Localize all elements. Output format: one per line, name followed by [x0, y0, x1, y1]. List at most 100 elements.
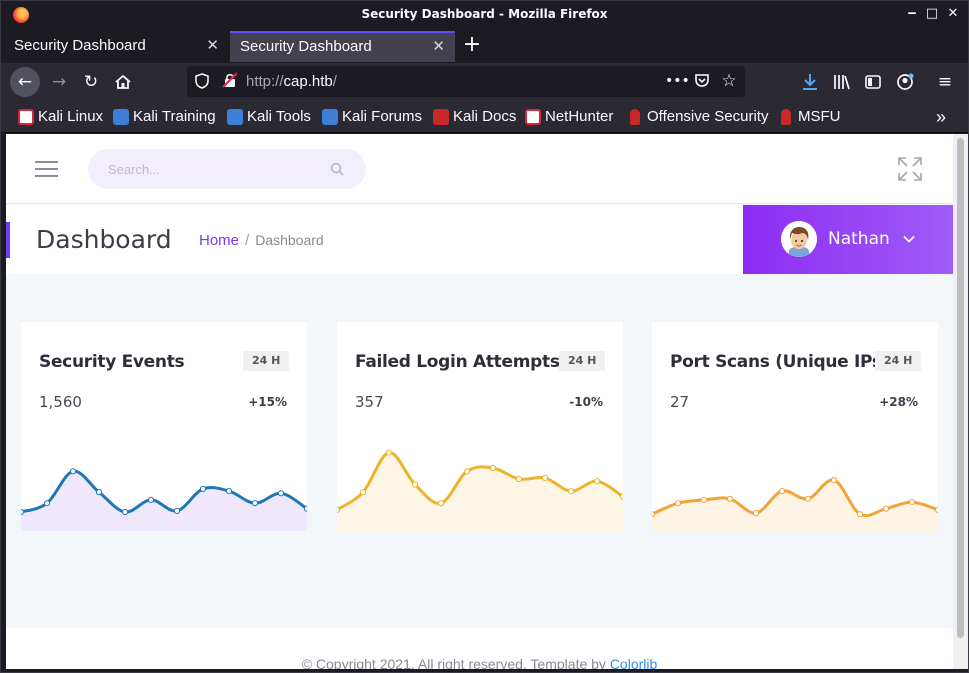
sparkline-point — [69, 468, 77, 475]
library-icon[interactable] — [827, 67, 857, 97]
fullscreen-icon[interactable] — [897, 156, 923, 182]
header-accent-bar — [6, 222, 10, 258]
insecure-lock-icon[interactable] — [221, 72, 239, 90]
sparkline-point — [463, 468, 471, 475]
sparkline-point — [411, 481, 419, 488]
msfu-icon — [781, 109, 791, 125]
sparkline-point — [437, 500, 445, 507]
page-title: Dashboard — [36, 225, 172, 254]
tab-security-dashboard-2[interactable]: Security Dashboard ✕ — [230, 31, 455, 62]
bookmark-msfu[interactable]: MSFU — [778, 108, 841, 126]
downloads-icon[interactable] — [795, 67, 825, 97]
more-bookmarks-icon[interactable]: » — [936, 108, 946, 126]
bookmark-kali-forums[interactable]: Kali Forums — [322, 108, 422, 126]
bookmark-kali-training[interactable]: Kali Training — [113, 108, 216, 126]
page-header: Dashboard Home / Dashboard Nathan — [6, 205, 953, 274]
breadcrumb-separator: / — [245, 232, 250, 249]
sparkline-point — [567, 488, 575, 495]
nethunter-icon — [525, 109, 541, 125]
url-text[interactable]: http://cap.htb/ — [246, 73, 337, 90]
sparkline-point — [593, 478, 601, 485]
new-tab-icon[interactable]: + — [461, 31, 483, 61]
back-icon[interactable]: ← — [10, 67, 40, 97]
sparkline-point — [700, 496, 708, 504]
bookmark-kali-tools[interactable]: Kali Tools — [227, 108, 311, 126]
home-icon[interactable] — [108, 67, 138, 97]
card-change: +15% — [248, 395, 287, 409]
sparkline-point — [804, 495, 812, 502]
tab-label: Security Dashboard — [240, 38, 372, 55]
card-title: Security Events — [39, 352, 185, 372]
page-footer: © Copyright 2021. All right reserved. Te… — [6, 628, 953, 669]
sparkline-point — [303, 505, 307, 512]
sidebar-icon[interactable] — [858, 67, 888, 97]
sparkline-point — [199, 485, 207, 493]
user-name: Nathan — [828, 229, 890, 249]
kali-tools-icon — [227, 109, 243, 125]
menu-icon[interactable]: ≡ — [930, 67, 960, 97]
sparkline-chart — [652, 477, 938, 531]
sparkline-point — [147, 496, 155, 504]
user-menu[interactable]: Nathan — [743, 205, 953, 274]
bookmark-nethunter[interactable]: NetHunter — [525, 108, 613, 126]
sparkline-chart — [337, 449, 623, 531]
scrollbar-thumb[interactable] — [957, 138, 964, 638]
colorlib-link[interactable]: Colorlib — [610, 656, 657, 669]
reload-icon[interactable]: ↻ — [76, 67, 106, 97]
sparkline-point — [121, 508, 129, 516]
maximize-icon[interactable]: □ — [923, 5, 941, 23]
top-navigation — [6, 134, 953, 204]
sparkline-point — [752, 510, 760, 517]
sparkline-point — [337, 506, 341, 513]
forward-icon[interactable]: → — [44, 67, 74, 97]
bookmark-kali-linux[interactable]: Kali Linux — [18, 108, 103, 126]
card-title: Port Scans (Unique IPs) — [670, 352, 890, 372]
card-value: 1,560 — [39, 393, 82, 411]
pocket-icon[interactable] — [693, 72, 711, 90]
tab-security-dashboard-1[interactable]: Security Dashboard ✕ — [1, 31, 229, 62]
breadcrumb-current: Dashboard — [255, 232, 324, 248]
time-range-badge: 24 H — [243, 351, 290, 371]
search-icon[interactable] — [330, 162, 344, 176]
card-port-scans: Port Scans (Unique IPs) 24 H 27 +28% — [652, 322, 938, 531]
search-input[interactable] — [108, 159, 308, 179]
card-change: +28% — [879, 395, 918, 409]
page-scrollbar[interactable] — [953, 134, 968, 669]
kali-forums-icon — [322, 109, 338, 125]
tab-label: Security Dashboard — [14, 37, 146, 54]
minimize-icon[interactable]: ‒ — [903, 5, 921, 23]
sparkline-point — [173, 507, 181, 515]
sparkline-point — [882, 505, 890, 512]
chevron-down-icon — [903, 235, 915, 243]
url-bar[interactable]: http://cap.htb/ ••• ☆ — [187, 66, 745, 97]
sparkline-point — [277, 490, 285, 497]
hamburger-menu-icon[interactable] — [35, 161, 58, 177]
bookmark-star-icon[interactable]: ☆ — [720, 72, 738, 90]
kali-docs-icon — [433, 109, 449, 125]
shield-icon[interactable] — [193, 72, 211, 90]
navigation-toolbar: ← → ↻ http://cap.htb/ ••• ☆ ≡ — [1, 63, 968, 101]
search-box[interactable] — [88, 149, 366, 189]
sparkline-point — [908, 499, 916, 506]
account-icon[interactable] — [890, 67, 920, 97]
close-tab-icon[interactable]: ✕ — [206, 31, 219, 61]
breadcrumb-home-link[interactable]: Home — [199, 232, 239, 249]
card-change: -10% — [569, 395, 603, 409]
sparkline-point — [726, 495, 734, 502]
time-range-badge: 24 H — [875, 351, 922, 371]
close-tab-icon[interactable]: ✕ — [432, 33, 445, 61]
sparkline-point — [21, 508, 25, 516]
sparkline-point — [251, 500, 259, 507]
sparkline-point — [515, 475, 523, 483]
bookmark-kali-docs[interactable]: Kali Docs — [433, 108, 516, 126]
page-actions-icon[interactable]: ••• — [665, 72, 690, 90]
sparkline-point — [43, 500, 51, 507]
kali-training-icon — [113, 109, 129, 125]
title-bar: Security Dashboard - Mozilla Firefox ‒ □… — [1, 1, 968, 29]
sparkline-point — [830, 477, 838, 484]
web-page: Dashboard Home / Dashboard Nathan — [6, 134, 953, 669]
card-value: 27 — [670, 393, 690, 411]
bookmark-offensive-security[interactable]: Offensive Security — [627, 108, 768, 126]
close-window-icon[interactable]: ✕ — [944, 5, 962, 23]
sparkline-point — [95, 489, 103, 496]
